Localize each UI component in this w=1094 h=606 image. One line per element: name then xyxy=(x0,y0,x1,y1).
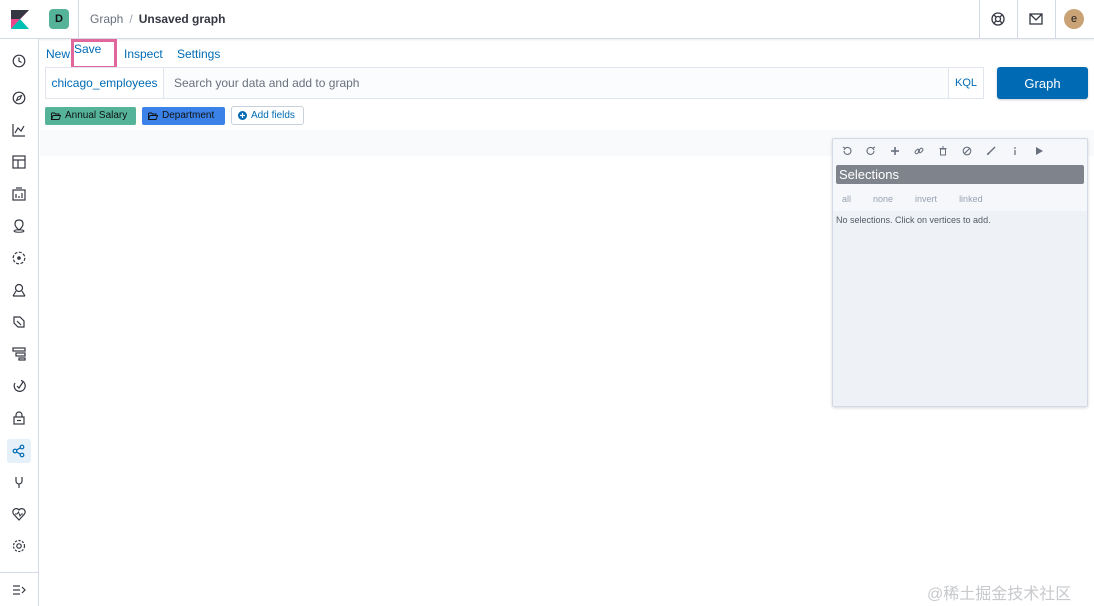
save-button[interactable]: Save xyxy=(71,39,117,69)
canvas-icon[interactable] xyxy=(9,184,29,204)
selected-fields: Annual Salary Department Add fields xyxy=(45,106,304,125)
breadcrumb-current: Unsaved graph xyxy=(138,12,226,26)
help-icon[interactable] xyxy=(990,11,1006,27)
breadcrumb: Graph / Unsaved graph xyxy=(90,12,225,26)
query-language-toggle[interactable]: KQL xyxy=(948,68,983,98)
field-pill-label: Department xyxy=(162,110,215,121)
graph-nav-icon[interactable] xyxy=(7,439,31,463)
header-divider xyxy=(1017,0,1018,39)
select-none-link[interactable]: none xyxy=(873,194,893,204)
undo-icon[interactable] xyxy=(840,144,854,158)
breadcrumb-separator: / xyxy=(129,12,133,26)
selections-empty-message: No selections. Click on vertices to add. xyxy=(836,215,991,225)
play-icon[interactable] xyxy=(1032,144,1046,158)
recent-icon[interactable] xyxy=(9,51,29,71)
graph-submit-button[interactable]: Graph xyxy=(997,67,1088,99)
kibana-logo-icon[interactable] xyxy=(11,10,29,29)
discover-icon[interactable] xyxy=(9,88,29,108)
select-all-link[interactable]: all xyxy=(842,194,851,204)
selections-title: Selections xyxy=(836,165,1084,184)
user-avatar[interactable]: e xyxy=(1064,9,1084,29)
apm-icon[interactable] xyxy=(9,344,29,364)
search-bar: chicago_employees KQL xyxy=(45,67,984,99)
collapse-menu-icon[interactable] xyxy=(9,580,29,600)
select-linked-link[interactable]: linked xyxy=(959,194,983,204)
visualize-icon[interactable] xyxy=(9,120,29,140)
info-icon[interactable] xyxy=(1008,144,1022,158)
field-pill-department[interactable]: Department xyxy=(142,106,225,125)
management-icon[interactable] xyxy=(9,536,29,556)
space-avatar[interactable]: D xyxy=(49,9,69,29)
top-header: D Graph / Unsaved graph e xyxy=(0,0,1094,39)
search-input[interactable] xyxy=(164,68,948,98)
selections-panel: Selections all none invert linked No sel… xyxy=(832,138,1088,407)
settings-button[interactable]: Settings xyxy=(177,47,220,61)
selection-links: all none invert linked xyxy=(842,194,1005,204)
left-nav xyxy=(0,39,39,606)
add-fields-button[interactable]: Add fields xyxy=(231,106,304,125)
machine-learning-icon[interactable] xyxy=(9,248,29,268)
header-divider xyxy=(78,0,79,39)
dashboard-icon[interactable] xyxy=(9,152,29,172)
siem-icon[interactable] xyxy=(9,408,29,428)
panel-toolbar xyxy=(833,139,1087,162)
breadcrumb-graph[interactable]: Graph xyxy=(90,12,123,26)
expand-icon[interactable] xyxy=(888,144,902,158)
header-divider xyxy=(979,0,980,39)
dev-tools-icon[interactable] xyxy=(9,472,29,492)
uptime-icon[interactable] xyxy=(9,376,29,396)
folder-open-icon xyxy=(51,112,61,120)
selections-list xyxy=(833,211,1087,406)
link-icon[interactable] xyxy=(912,144,926,158)
new-button[interactable]: New xyxy=(46,47,70,61)
logs-icon[interactable] xyxy=(9,312,29,332)
select-invert-link[interactable]: invert xyxy=(915,194,937,204)
folder-open-icon xyxy=(148,112,158,120)
index-pattern-selector[interactable]: chicago_employees xyxy=(46,68,164,98)
blacklist-icon[interactable] xyxy=(960,144,974,158)
nav-divider xyxy=(0,572,39,573)
field-pill-annual-salary[interactable]: Annual Salary xyxy=(45,106,136,125)
monitoring-icon[interactable] xyxy=(9,504,29,524)
redo-icon[interactable] xyxy=(864,144,878,158)
add-fields-label: Add fields xyxy=(251,110,295,121)
plus-in-circle-icon xyxy=(238,111,247,120)
watermark: @稀土掘金技术社区 xyxy=(927,586,1072,603)
delete-icon[interactable] xyxy=(936,144,950,158)
field-pill-label: Annual Salary xyxy=(65,110,128,121)
newsfeed-icon[interactable] xyxy=(1028,11,1044,27)
inspect-button[interactable]: Inspect xyxy=(124,47,163,61)
header-divider xyxy=(1055,0,1056,39)
maps-icon[interactable] xyxy=(9,216,29,236)
style-icon[interactable] xyxy=(984,144,998,158)
infrastructure-icon[interactable] xyxy=(9,280,29,300)
